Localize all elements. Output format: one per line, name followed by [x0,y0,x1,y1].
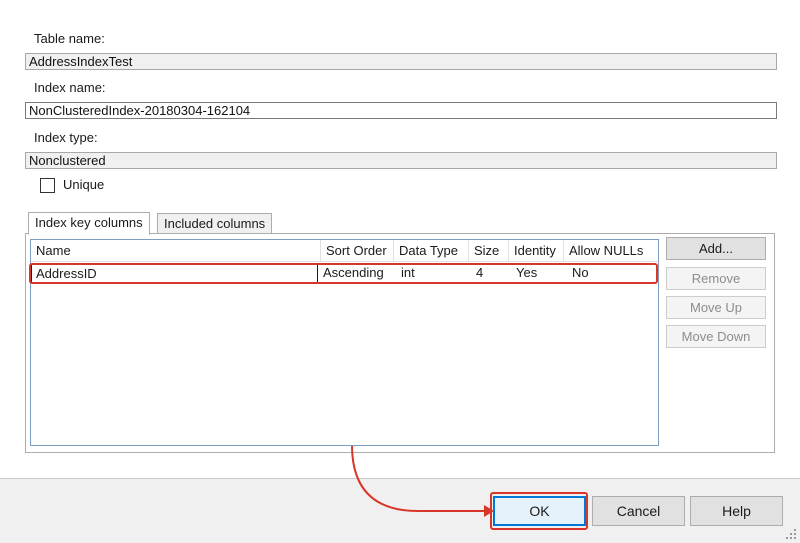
index-columns-grid[interactable]: Name Sort Order Data Type Size Identity … [29,239,659,446]
cancel-button[interactable]: Cancel [592,496,685,526]
resize-grip-icon[interactable] [785,528,797,540]
table-name-label: Table name: [34,31,105,46]
grid-header: Name Sort Order Data Type Size Identity … [31,240,658,262]
unique-label: Unique [63,177,105,192]
unique-checkbox[interactable] [40,178,55,193]
row-name-cell[interactable]: AddressID [31,264,318,283]
column-header-data-type[interactable]: Data Type [394,240,469,262]
index-type-label: Index type: [34,130,98,145]
row-sort-order-cell[interactable]: Ascending [319,264,393,283]
column-header-allow-nulls[interactable]: Allow NULLs [564,240,658,262]
move-up-button[interactable]: Move Up [666,296,766,319]
row-allow-nulls-cell: No [572,265,589,280]
index-name-input[interactable] [25,102,777,119]
ok-button[interactable]: OK [493,496,586,526]
remove-button[interactable]: Remove [666,267,766,290]
column-header-sort-order[interactable]: Sort Order [321,240,394,262]
table-row[interactable]: AddressID Ascending int 4 Yes No [31,264,658,283]
tab-index-key-columns[interactable]: Index key columns [28,212,150,235]
move-down-button[interactable]: Move Down [666,325,766,348]
table-name-field: AddressIndexTest [25,53,777,70]
column-header-name[interactable]: Name [31,240,321,262]
index-type-field: Nonclustered [25,152,777,169]
tab-included-columns[interactable]: Included columns [157,213,273,234]
column-header-identity[interactable]: Identity [509,240,564,262]
row-identity-cell: Yes [516,265,538,280]
column-header-size[interactable]: Size [469,240,509,262]
row-data-type-cell: int [401,265,415,280]
row-size-cell: 4 [476,265,484,280]
help-button[interactable]: Help [690,496,783,526]
index-name-label: Index name: [34,80,106,95]
add-button[interactable]: Add... [666,237,766,260]
